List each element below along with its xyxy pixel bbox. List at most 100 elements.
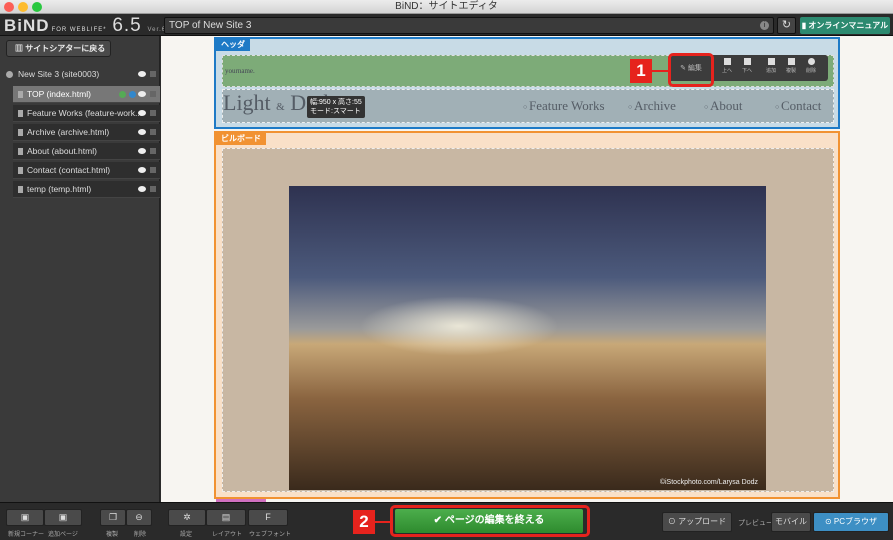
- new-corner-button[interactable]: ▣: [6, 509, 44, 526]
- add-page-button[interactable]: ▣: [44, 509, 82, 526]
- move-up-button[interactable]: 上へ: [718, 58, 736, 74]
- status-icon: [119, 91, 126, 98]
- sun-glow: [359, 296, 559, 356]
- upload-label: アップロード: [678, 517, 727, 526]
- page-icon: [18, 91, 23, 98]
- delete-button[interactable]: 削除: [802, 58, 820, 74]
- layout-button[interactable]: ▤: [206, 509, 246, 526]
- checkbox[interactable]: [150, 167, 156, 173]
- eye-icon[interactable]: [138, 186, 146, 192]
- checkbox[interactable]: [150, 186, 156, 192]
- page-icon: [18, 148, 23, 155]
- eye-icon[interactable]: [138, 91, 146, 97]
- eye-icon[interactable]: [138, 148, 146, 154]
- settings-label: 設定: [180, 532, 193, 538]
- page-icon: [18, 186, 23, 193]
- move-down-button[interactable]: 下へ: [738, 58, 756, 74]
- page-canvas: ヘッダ yourname. Light & Dark 幅:950 x 高さ:55…: [161, 36, 893, 502]
- sidebar-page-item[interactable]: Contact (contact.html): [13, 162, 160, 179]
- duplicate-button[interactable]: ❐: [100, 509, 126, 526]
- checkbox[interactable]: [150, 129, 156, 135]
- eye-icon: ⊙: [824, 517, 834, 526]
- preview-label: プレビュー: [738, 520, 773, 527]
- brand-text: Light: [223, 90, 271, 115]
- sidebar-page-item[interactable]: TOP (index.html): [13, 86, 160, 103]
- page-address-bar[interactable]: TOP of New Site 3 i: [164, 17, 774, 34]
- header-block[interactable]: ヘッダ yourname. Light & Dark 幅:950 x 高さ:55…: [214, 37, 840, 129]
- billboard-tag: ビルボード: [216, 133, 266, 145]
- sidebar-page-item[interactable]: Archive (archive.html): [13, 124, 160, 141]
- eye-icon[interactable]: [138, 167, 146, 173]
- reload-button[interactable]: ↻: [777, 17, 796, 34]
- nav-archive[interactable]: Archive: [628, 98, 676, 114]
- brand-amp: &: [276, 101, 285, 113]
- zoom-window-button[interactable]: [32, 2, 42, 12]
- minimize-window-button[interactable]: [18, 2, 28, 12]
- checkbox[interactable]: [150, 110, 156, 116]
- delete-page-button[interactable]: ⊖: [126, 509, 152, 526]
- globe-icon: [129, 91, 136, 98]
- layout-label: レイアウト: [212, 532, 243, 538]
- window-titlebar: BiND：サイトエディタ: [0, 0, 893, 14]
- mobile-label: モバイル: [775, 517, 807, 526]
- delete-icon: ⊖: [135, 512, 143, 522]
- checkbox[interactable]: [150, 148, 156, 154]
- site-item[interactable]: New Site 3 (site0003): [0, 66, 160, 83]
- upload-button[interactable]: ⊙ アップロード: [662, 512, 732, 532]
- add-page-icon: ▣: [58, 512, 68, 522]
- photo-credit: ©iStockphoto.com/Larysa Dodz: [659, 479, 758, 486]
- settings-button[interactable]: ✲: [168, 509, 206, 526]
- webfont-label: ウェブフォント: [249, 532, 292, 538]
- move-down-label: 下へ: [741, 68, 752, 74]
- sidebar-page-item[interactable]: Feature Works (feature-work...: [13, 105, 160, 122]
- page-icon: [18, 167, 23, 174]
- online-manual-button[interactable]: ▮ オンラインマニュアル: [800, 17, 890, 34]
- gear-icon: ✲: [183, 512, 191, 522]
- eye-icon[interactable]: [138, 71, 146, 77]
- bottom-bar: ▣ ▣ 新規コーナー 追加ページ ❐ ⊖ 複製 削除 ✲ ▤ F 設定 レイアウ…: [0, 502, 893, 540]
- delete-label: 削除: [805, 68, 816, 74]
- add-button[interactable]: 追加: [762, 58, 780, 74]
- nav-contact[interactable]: Contact: [775, 98, 821, 114]
- move-up-label: 上へ: [721, 68, 732, 74]
- header-nav-area[interactable]: Light & Dark 幅:950 x 高さ:55モード:スマート Featu…: [222, 89, 834, 123]
- layout-icon: ▤: [221, 512, 231, 522]
- checkbox[interactable]: [150, 71, 156, 77]
- callout-1: 1: [630, 59, 652, 83]
- new-corner-label: 新規コーナー: [8, 532, 45, 538]
- back-label: サイトシアターに戻る: [25, 44, 106, 53]
- nav-about[interactable]: About: [704, 98, 743, 114]
- finish-editing-button[interactable]: ✔ ページの編集を終える: [395, 509, 583, 533]
- delete-icon: [807, 58, 815, 65]
- add-label: 追加: [765, 68, 776, 74]
- pc-browser-preview-button[interactable]: ⊙ PCブラウザ: [813, 512, 889, 532]
- eye-icon[interactable]: [138, 110, 146, 116]
- online-manual-label: オンラインマニュアル: [808, 21, 889, 30]
- billboard-photo: ©iStockphoto.com/Larysa Dodz: [289, 186, 766, 490]
- back-to-site-theater-button[interactable]: ▥ サイトシアターに戻る: [6, 40, 111, 57]
- site-icon: [6, 71, 13, 78]
- duplicate-icon: ❐: [108, 512, 118, 522]
- checkbox[interactable]: [150, 91, 156, 97]
- info-icon[interactable]: i: [760, 21, 769, 30]
- webfont-button[interactable]: F: [248, 509, 288, 526]
- billboard-area[interactable]: ©iStockphoto.com/Larysa Dodz: [222, 148, 834, 492]
- page-label: TOP (index.html): [27, 89, 91, 99]
- copy-button[interactable]: 複製: [782, 58, 800, 74]
- sidebar-page-item[interactable]: About (about.html): [13, 143, 160, 160]
- close-window-button[interactable]: [4, 2, 14, 12]
- page-label: Archive (archive.html): [27, 127, 110, 137]
- header-tag: ヘッダ: [216, 39, 250, 51]
- yourname-text: yourname.: [225, 67, 255, 75]
- dims-mode: モード:スマート: [310, 108, 361, 115]
- nav-feature-works[interactable]: Feature Works: [523, 98, 605, 114]
- reload-icon: ↻: [781, 19, 792, 31]
- eye-icon[interactable]: [138, 129, 146, 135]
- page-label: Feature Works (feature-work...: [27, 108, 143, 118]
- check-icon: ✔: [433, 515, 445, 526]
- mobile-preview-button[interactable]: モバイル: [771, 512, 811, 532]
- billboard-block[interactable]: ビルボード ©iStockphoto.com/Larysa Dodz: [214, 131, 840, 499]
- sidebar-page-item[interactable]: temp (temp.html): [13, 181, 160, 198]
- dimensions-tooltip: 幅:950 x 高さ:55 モード:スマート: [307, 96, 365, 118]
- logo-sub: FOR WEBLIFE*: [51, 27, 107, 33]
